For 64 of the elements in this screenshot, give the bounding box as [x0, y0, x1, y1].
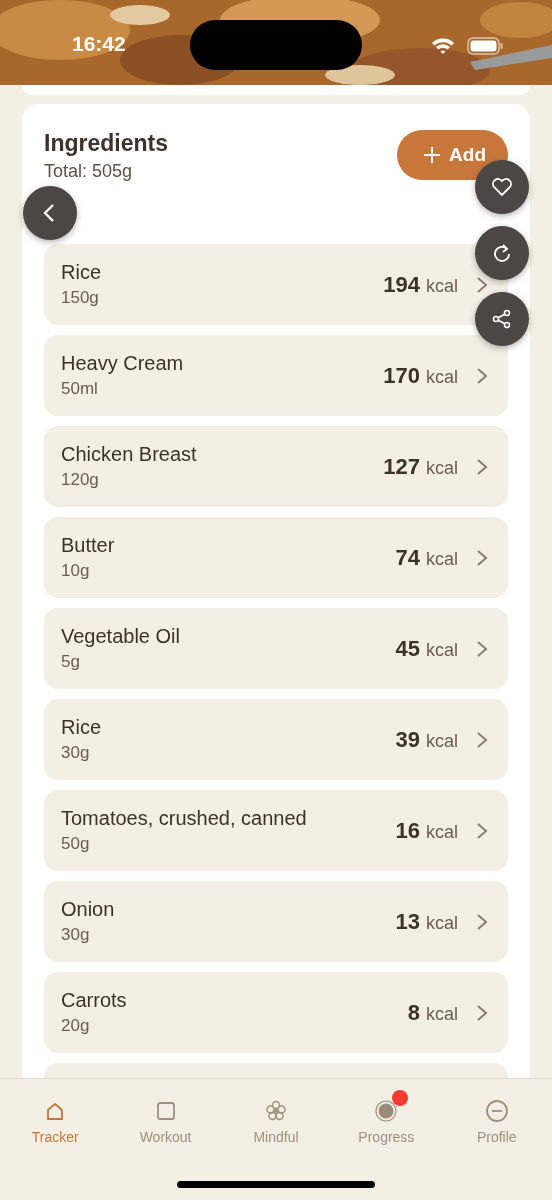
calorie-value: 74: [395, 544, 420, 571]
ingredient-amount: 50g: [61, 834, 91, 854]
ingredient-name: Carrots: [61, 989, 128, 1012]
ingredient-name: Rice: [61, 716, 102, 739]
ingredient-row[interactable]: Butter 10g 74 kcal: [44, 517, 508, 598]
ingredient-amount: 50ml: [61, 379, 99, 399]
calorie-value: 13: [395, 908, 420, 935]
ingredient-amount: 120g: [61, 470, 100, 490]
ingredient-name: Heavy Cream: [61, 352, 185, 375]
ingredient-name: Onion: [61, 898, 116, 921]
calorie-unit: kcal: [426, 366, 458, 388]
chevron-right-icon: [476, 548, 488, 567]
ingredient-amount: 30g: [61, 925, 91, 945]
ingredient-row[interactable]: Onion 30g 13 kcal: [44, 881, 508, 962]
ingredient-row[interactable]: Heavy Cream 50ml 170 kcal: [44, 335, 508, 416]
minus-circle-icon: [484, 1099, 509, 1123]
calorie-unit: kcal: [426, 912, 458, 934]
ingredient-row[interactable]: Carrots 20g 8 kcal: [44, 972, 508, 1053]
ingredient-name: Butter: [61, 534, 116, 557]
chevron-right-icon: [476, 730, 488, 749]
ingredient-row[interactable]: Rice 150g 194 kcal: [44, 244, 508, 325]
chevron-right-icon: [476, 912, 488, 931]
ingredient-amount: 30g: [61, 743, 91, 763]
calorie-value: 16: [395, 817, 420, 844]
calorie-unit: kcal: [426, 457, 458, 479]
heart-icon: [490, 175, 514, 199]
ingredient-amount: 20g: [61, 1016, 91, 1036]
chevron-right-icon: [476, 366, 488, 385]
calorie-value: 45: [395, 635, 420, 662]
plus-icon: [423, 146, 442, 164]
ingredient-amount: 10g: [61, 561, 91, 581]
calorie-unit: kcal: [426, 639, 458, 661]
calorie-value: 170: [383, 362, 420, 389]
chevron-right-icon: [476, 1003, 488, 1022]
ingredient-row[interactable]: Chicken Breast 120g 127 kcal: [44, 426, 508, 507]
ingredient-name: Rice: [61, 261, 102, 284]
ingredient-row[interactable]: Vegetable Oil 5g 45 kcal: [44, 608, 508, 689]
ingredient-amount: 150g: [61, 288, 100, 308]
target-icon: [374, 1099, 399, 1123]
wifi-icon: [431, 37, 455, 55]
chevron-right-icon: [476, 457, 488, 476]
calorie-value: 8: [407, 999, 420, 1026]
calorie-value: 127: [383, 453, 420, 480]
section-title: Ingredients: [44, 130, 168, 157]
flower-icon: [263, 1099, 288, 1123]
calorie-value: 194: [383, 271, 420, 298]
chevron-right-icon: [476, 275, 488, 294]
ingredient-row[interactable]: Tomatoes, crushed, canned 50g 16 kcal: [44, 790, 508, 871]
calorie-unit: kcal: [426, 730, 458, 752]
chevron-right-icon: [476, 639, 488, 658]
battery-icon: [467, 37, 503, 55]
ingredient-row[interactable]: Rice 30g 39 kcal: [44, 699, 508, 780]
calorie-unit: kcal: [426, 1003, 458, 1025]
calorie-unit: kcal: [426, 548, 458, 570]
ingredient-amount: 5g: [61, 652, 81, 672]
total-weight: Total: 505g: [44, 161, 134, 182]
status-time: 16:42: [72, 32, 126, 56]
calorie-unit: kcal: [426, 275, 458, 297]
calorie-unit: kcal: [426, 821, 458, 843]
chevron-right-icon: [476, 821, 488, 840]
ingredient-name: Vegetable Oil: [61, 625, 181, 648]
ingredient-name: Tomatoes, crushed, canned: [61, 807, 308, 830]
ingredient-name: Chicken Breast: [61, 443, 198, 466]
calorie-value: 39: [395, 726, 420, 753]
